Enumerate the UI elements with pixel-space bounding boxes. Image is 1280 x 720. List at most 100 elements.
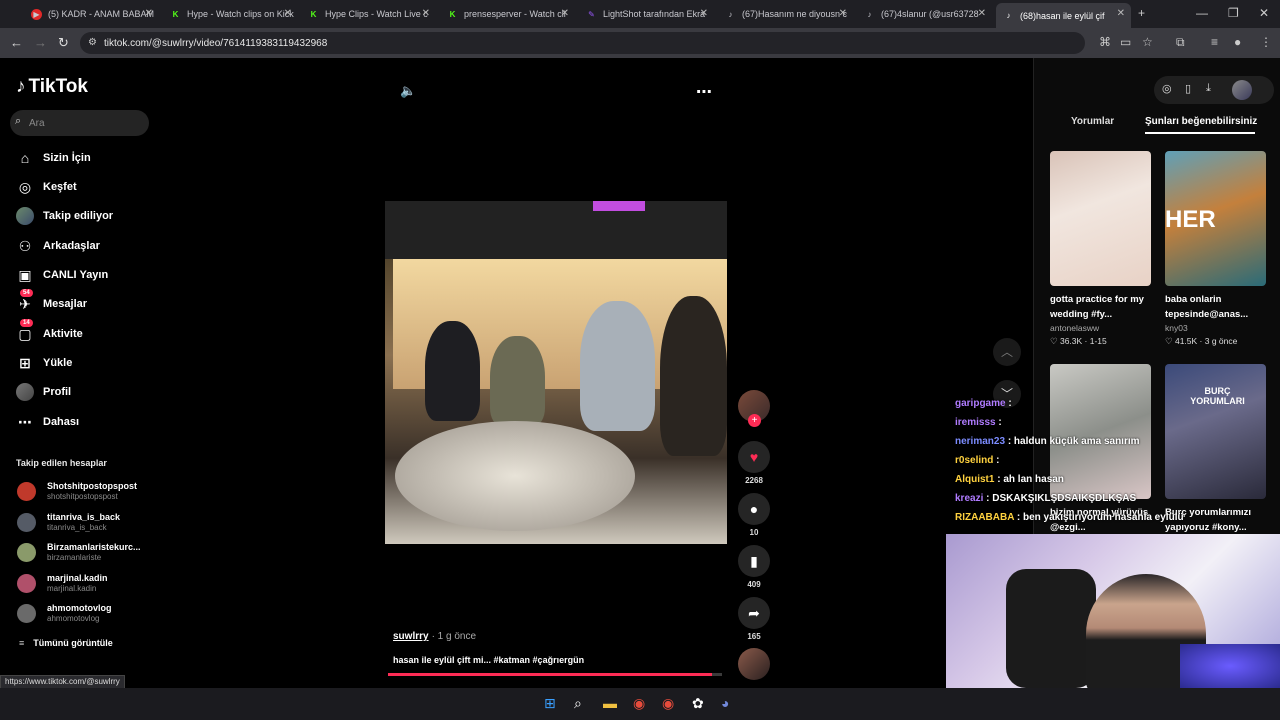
more-options-icon[interactable]: ⋯ <box>696 82 712 102</box>
close-tab-icon[interactable]: ✕ <box>839 8 847 19</box>
sidebar-item-explore[interactable]: ◎ Keşfet <box>16 177 156 197</box>
chrome-icon[interactable]: ◉ <box>633 695 645 712</box>
browser-tab[interactable]: Kprensesperver - Watch cli ✕ <box>440 3 575 25</box>
video-player[interactable] <box>385 201 727 544</box>
music-disc-avatar[interactable] <box>738 648 770 680</box>
cast-icon[interactable]: ▭ <box>1120 35 1131 49</box>
previous-video-button[interactable]: ︿ <box>993 338 1021 366</box>
sidebar-item-activity[interactable]: ▢ 14 Aktivite <box>16 319 156 344</box>
chat-message: kreazi : DSKAKŞIKLŞDSAIKŞDLKŞAS <box>955 493 1137 504</box>
sidebar-item-messages[interactable]: ✈ 54 Mesajlar <box>16 289 156 314</box>
live-icon: ▣ <box>18 266 32 283</box>
video-author: suwlrry · 1 g önce <box>393 631 477 642</box>
comment-button[interactable]: ● 10 <box>738 493 770 537</box>
bookmark-star-icon[interactable]: ☆ <box>1142 35 1153 49</box>
video-feed: 🔈 ⋯ + ♥ 2268 ● 10 ▮ 409 ➦ 165 suwlrry · 1 g ö… <box>160 58 1032 688</box>
compass-icon[interactable]: ◎ <box>1162 82 1172 95</box>
device-icon[interactable]: ▯ <box>1185 82 1191 95</box>
tab-suggestions[interactable]: Şunları beğenebilirsiniz <box>1145 116 1257 127</box>
upload-icon: ⊞ <box>19 354 31 371</box>
browser-tab[interactable]: ♪ (67)Hasanım ne diyousn c ✕ <box>718 3 853 25</box>
volume-icon[interactable]: 🔈 <box>400 83 416 99</box>
extensions-icon[interactable]: ⧉ <box>1176 35 1185 50</box>
new-tab-icon[interactable]: + <box>1138 6 1145 20</box>
close-tab-icon[interactable]: ✕ <box>1117 8 1125 19</box>
browser-tab-active[interactable]: ♪ (68)hasan ile eylül çif ✕ <box>996 3 1131 28</box>
like-button[interactable]: ♥ 2268 <box>738 441 770 485</box>
url-field[interactable]: ⚙ tiktok.com/@suwlrry/video/7614119383119… <box>80 32 1085 54</box>
close-tab-icon[interactable]: ✕ <box>561 8 569 19</box>
menu-icon[interactable]: ⋮ <box>1260 35 1272 49</box>
sidebar-item-live[interactable]: ▣ CANLI Yayın <box>16 265 156 285</box>
browser-tab[interactable]: K Hype - Watch clips on Kick ✕ <box>163 3 298 25</box>
see-all-button[interactable]: ≡ Tümünü görüntüle <box>19 638 113 648</box>
media-icon[interactable]: ≡ <box>1211 35 1218 49</box>
suggested-video-card[interactable]: gotta practice for my wedding #fy... ant… <box>1050 151 1151 347</box>
save-button[interactable]: ▮ 409 <box>738 545 770 589</box>
translate-icon[interactable]: ⌘ <box>1099 35 1111 49</box>
chat-message: neriman23 : haldun küçük ama sanırım <box>955 436 1140 447</box>
tiktok-logo[interactable]: ♪ TikTok <box>16 76 88 98</box>
video-person <box>425 321 480 421</box>
download-icon[interactable]: ⤓ <box>1206 82 1211 95</box>
browser-tab[interactable]: ✎ LightShot tarafından Ekra ✕ <box>579 3 714 25</box>
file-explorer-icon[interactable]: ▬ <box>603 695 617 711</box>
profile-icon[interactable]: ● <box>1234 35 1241 49</box>
list-icon: ≡ <box>19 638 25 648</box>
compass-icon: ◎ <box>18 178 32 195</box>
close-tab-icon[interactable]: ✕ <box>284 8 292 19</box>
browser-tab[interactable]: K Hype Clips - Watch Live c ✕ <box>301 3 436 25</box>
followed-account[interactable]: titanriva_is_back titanriva_is_back <box>17 508 157 536</box>
reload-icon[interactable]: ↻ <box>58 35 69 51</box>
youtube-favicon-icon: ▶ <box>31 8 42 20</box>
close-tab-icon[interactable]: ✕ <box>978 8 986 19</box>
tiktok-favicon-icon: ♪ <box>728 9 733 19</box>
back-icon[interactable]: ← <box>10 35 23 50</box>
video-frame-table <box>395 421 635 531</box>
kick-favicon-icon: K <box>449 9 456 19</box>
followed-account[interactable]: Birzamanlaristekurc... birzamanlariste <box>17 538 157 566</box>
share-button[interactable]: ➦ 165 <box>738 597 770 641</box>
maximize-icon[interactable]: ❐ <box>1228 6 1239 20</box>
followed-account[interactable]: Shotshitpostopspost shotshitpostopspost <box>17 477 157 505</box>
chat-message: RIZAABABA : ben yakıştırıyorum hasanla e… <box>955 512 1184 523</box>
follow-plus-icon[interactable]: + <box>748 414 761 427</box>
sidebar-item-foryou[interactable]: ⌂ Sizin İçin <box>16 148 156 168</box>
close-tab-icon[interactable]: ✕ <box>145 8 153 19</box>
close-tab-icon[interactable]: ✕ <box>422 8 430 19</box>
author-username[interactable]: suwlrry <box>393 631 429 642</box>
sidebar-item-more[interactable]: ⋯ Dahası <box>16 412 156 432</box>
site-info-icon[interactable]: ⚙ <box>88 37 97 48</box>
discord-icon[interactable]: ◕ <box>721 695 729 711</box>
video-progress-bar[interactable] <box>388 673 722 676</box>
creator-avatar[interactable]: + <box>738 390 770 427</box>
video-frame-ceiling <box>385 201 727 259</box>
sidebar-item-friends[interactable]: ⚇ Arkadaşlar <box>16 236 156 256</box>
search-icon[interactable]: ⌕ <box>574 695 582 712</box>
close-window-icon[interactable]: ✕ <box>1259 6 1269 20</box>
suggested-video-card[interactable]: HER baba onlarin tepesinde@anas... kny03… <box>1165 151 1266 347</box>
user-avatar[interactable] <box>1232 80 1252 100</box>
following-accounts-header: Takip edilen hesaplar <box>16 458 107 468</box>
stream-chat-overlay: garipgame : iremisss : neriman23 : haldu… <box>955 398 1185 531</box>
sidebar-item-profile[interactable]: Profil <box>16 382 156 402</box>
video-progress-fill <box>388 673 712 676</box>
followed-account[interactable]: marjinal.kadin marjinal.kadin <box>17 569 157 597</box>
search-input[interactable]: ⌕ Ara <box>10 110 149 136</box>
chrome-icon[interactable]: ◉ <box>662 695 674 712</box>
sidebar-item-upload[interactable]: ⊞ Yükle <box>16 353 156 373</box>
followed-account[interactable]: ahmomotovlog ahmomotovlog <box>17 599 157 627</box>
close-tab-icon[interactable]: ✕ <box>700 8 708 19</box>
minimize-icon[interactable]: — <box>1196 6 1208 20</box>
sidebar-item-following[interactable]: Takip ediliyor <box>16 206 156 226</box>
gaming-chair <box>1006 569 1096 688</box>
messages-icon: ✈ 54 <box>19 289 33 312</box>
forward-icon[interactable]: → <box>34 35 47 50</box>
browser-tab[interactable]: ♪ (67)4slanur (@usr63728 ✕ <box>857 3 992 25</box>
browser-tab[interactable]: ▶ (5) KADR - ANAM BABAM ✕ <box>24 3 159 25</box>
app-icon[interactable]: ✿ <box>692 695 704 712</box>
search-icon: ⌕ <box>15 115 22 127</box>
windows-start-icon[interactable]: ⊞ <box>544 695 556 712</box>
tab-comments[interactable]: Yorumlar <box>1071 116 1114 127</box>
bookmark-icon: ▮ <box>738 545 770 577</box>
